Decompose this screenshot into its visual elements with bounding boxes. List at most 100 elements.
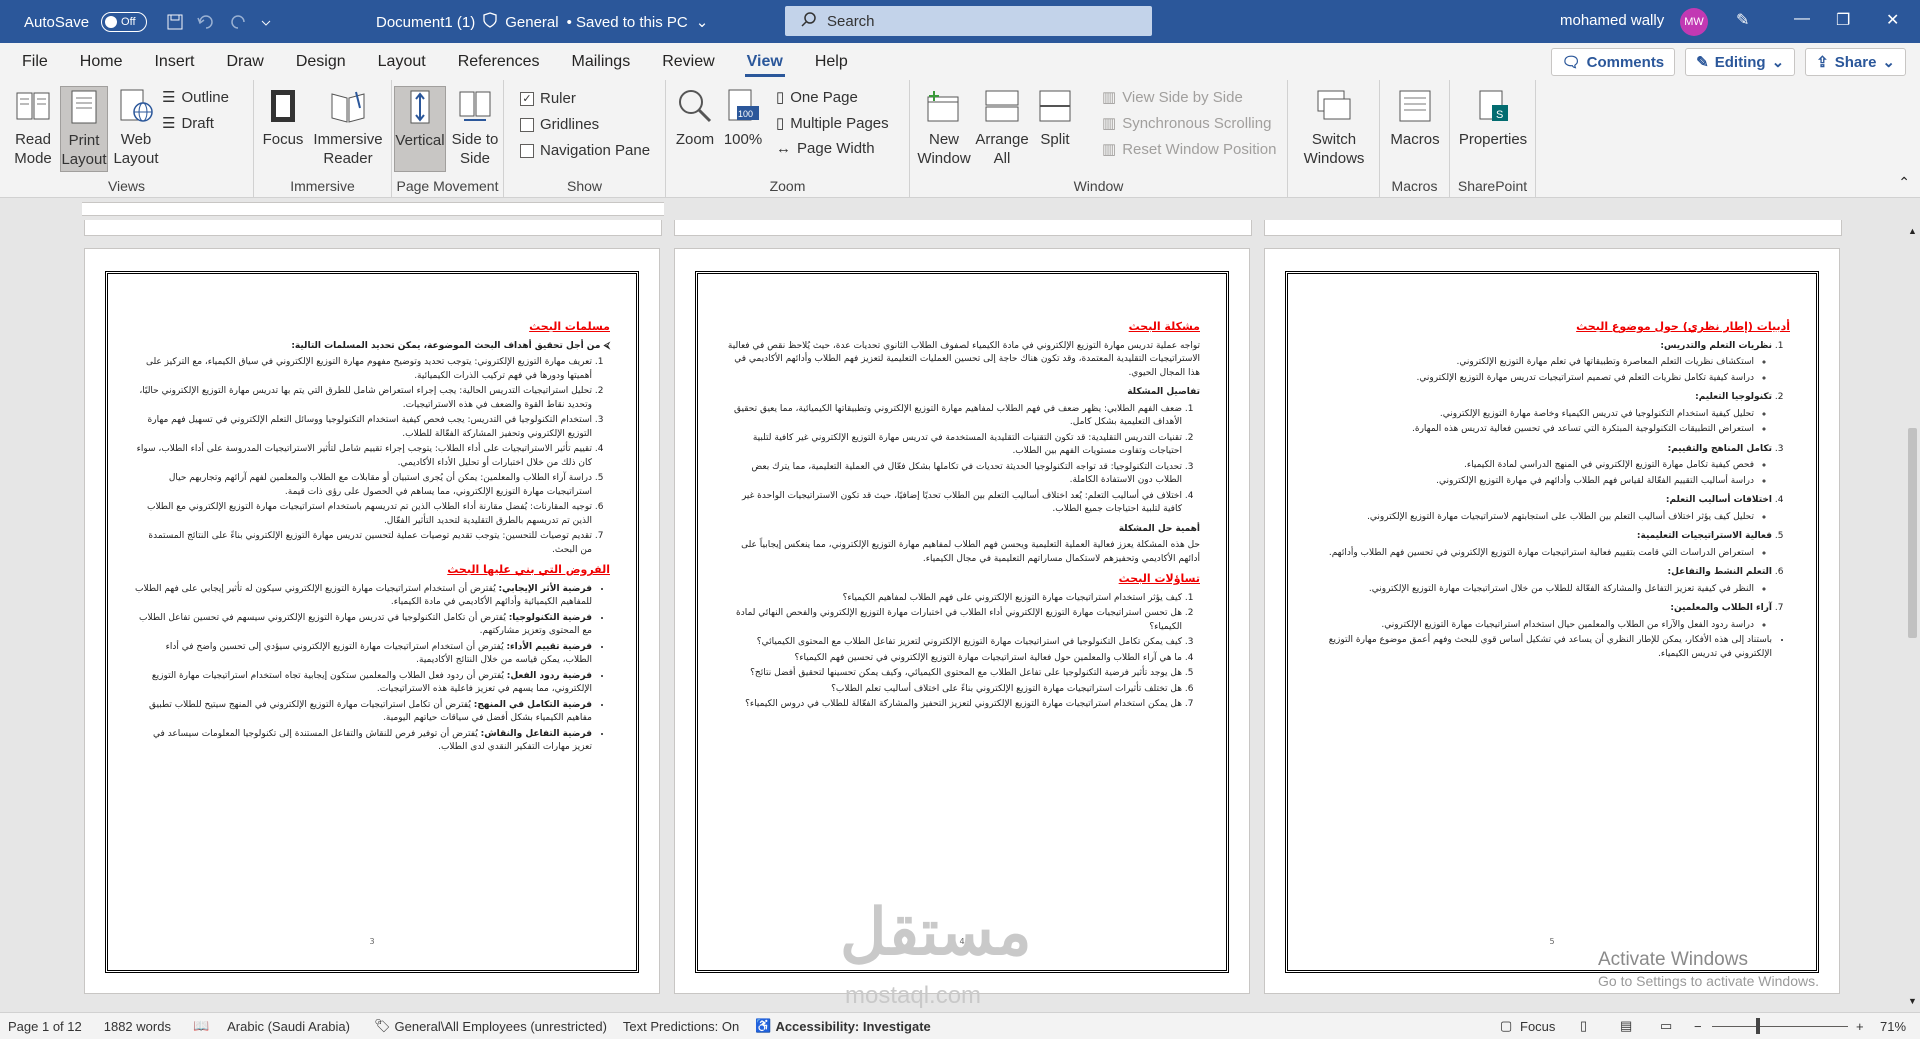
tab-review[interactable]: Review [646,43,730,80]
user-name[interactable]: mohamed wally [1560,12,1664,29]
navigation-pane-checkbox[interactable]: Navigation Pane [520,142,650,159]
accessibility-icon: ♿ [755,1018,772,1033]
page-count[interactable]: Page 1 of 12 [8,1019,82,1034]
outline-button[interactable]: ☰ Outline [162,88,229,107]
list-item: هل يمكن استخدام استراتيجيات مهارة التوزي… [724,698,1182,712]
undo-icon[interactable] [197,14,215,30]
restore-icon[interactable]: ❐ [1836,10,1850,30]
one-page-button[interactable]: ▯ One Page [776,88,858,107]
close-icon[interactable]: ✕ [1886,10,1899,30]
gridlines-checkbox[interactable]: Gridlines [520,116,599,133]
sensitivity-status[interactable]: General\All Employees (unrestricted) [395,1019,607,1034]
magnifier-icon [675,86,715,126]
macros-button[interactable]: Macros [1386,86,1444,149]
language-status[interactable]: Arabic (Saudi Arabia) [227,1019,350,1034]
collapse-ribbon-icon[interactable]: ⌃ [1898,174,1910,191]
tab-view[interactable]: View [731,43,799,80]
list-item: تعريف مهارة التوزيع الإلكتروني: يتوجب تح… [134,356,592,383]
ribbon-tabs: File Home Insert Draw Design Layout Refe… [0,43,1920,80]
web-layout-view-icon[interactable]: ▭ [1660,1018,1672,1034]
switch-windows-button[interactable]: Switch Windows [1292,86,1376,168]
side-to-side-button[interactable]: Side to Side [448,86,502,168]
pen-icon[interactable]: ✎ [1736,10,1749,30]
immersive-reader-button[interactable]: Immersive Reader [308,86,388,168]
focus-button[interactable]: Focus [260,86,306,149]
split-button[interactable]: Split [1032,86,1078,149]
read-mode-button[interactable]: Read Mode [8,86,58,168]
tab-draw[interactable]: Draw [210,43,279,80]
multiple-pages-button[interactable]: ▯ Multiple Pages [776,114,889,133]
vertical-button[interactable]: Vertical [394,86,446,172]
search-box[interactable]: Search [785,6,1152,36]
list-item: التعلم النشط والتفاعل:النظر في كيفية تعز… [1314,566,1772,596]
scroll-down-icon[interactable]: ▼ [1908,996,1917,1006]
new-window-button[interactable]: New Window [916,86,972,168]
synchronous-scrolling-button[interactable]: ▥ Synchronous Scrolling [1102,114,1271,133]
redo-icon[interactable] [229,14,247,30]
save-icon[interactable] [167,14,183,30]
word-count[interactable]: 1882 words [104,1019,171,1034]
document-title[interactable]: Document1 (1) General • Saved to this PC… [376,12,708,32]
proofing-icon[interactable]: 📖 [193,1018,209,1034]
print-layout-button[interactable]: Print Layout [60,86,108,172]
section-intro: ⮘ من أجل تحقيق أهداف البحث الموضوعة، يمك… [291,340,610,351]
tab-layout[interactable]: Layout [362,43,442,80]
minimize-icon[interactable]: — [1794,10,1810,28]
tab-mailings[interactable]: Mailings [556,43,647,80]
web-layout-button[interactable]: Web Layout [110,86,162,168]
ribbon: Read Mode Print Layout Web Layout ☰ Outli… [0,80,1920,198]
tab-references[interactable]: References [442,43,556,80]
comment-icon: 🗨 [1561,54,1581,71]
zoom-slider[interactable] [1712,1026,1848,1027]
customize-qat-icon[interactable] [261,14,271,30]
page-4[interactable]: مشكلة البحث تواجه عملية تدريس مهارة التو… [674,248,1250,994]
list-item: تكامل المناهج والتقييم:فحص كيفية تكامل م… [1314,443,1772,489]
autosave-toggle[interactable]: Off [101,12,148,32]
zoom-button[interactable]: Zoom [672,86,718,149]
tab-file[interactable]: File [0,43,64,80]
scrollbar-thumb[interactable] [1908,428,1917,638]
print-layout-view-icon[interactable]: ▤ [1620,1018,1632,1034]
arrange-all-button[interactable]: Arrange All [974,86,1030,168]
draft-button[interactable]: ☰ Draft [162,114,214,133]
text-predictions-status[interactable]: Text Predictions: On [623,1019,739,1034]
page-width-button[interactable]: ↔ Page Width [776,140,875,157]
zoom-slider-knob[interactable] [1756,1018,1761,1034]
list-item: ضعف الفهم الطلابي: يظهر ضعف في فهم الطلا… [724,403,1182,430]
accessibility-status[interactable]: Accessibility: Investigate [775,1019,930,1034]
comments-button[interactable]: 🗨 Comments [1550,48,1676,76]
scroll-up-icon[interactable]: ▲ [1908,226,1917,236]
ruler-checkbox[interactable]: ✓ Ruler [520,90,576,107]
switch-windows-icon [1314,86,1354,126]
avatar[interactable]: MW [1680,8,1708,36]
views-group-label: Views [107,178,146,194]
switch-windows-group: Switch Windows [1288,80,1380,198]
horizontal-ruler[interactable] [0,198,1920,220]
tab-help[interactable]: Help [799,43,864,80]
properties-button[interactable]: S Properties [1454,86,1532,149]
list-item: هل يوجد تأثير فرضية التكنولوجيا على تفاع… [724,667,1182,681]
hypotheses-list: فرضية الأثر الإيجابي: يُفترض أن استخدام … [134,583,610,755]
focus-mode-button[interactable]: Focus [1520,1019,1555,1034]
page-5[interactable]: أدبيات (إطار نظري) حول موضوع البحث نظريا… [1264,248,1840,994]
document-area[interactable]: مسلمات البحث ⮘ من أجل تحقيق أهداف البحث … [0,220,1905,1012]
share-button[interactable]: ⇪ Share ⌄ [1805,48,1906,76]
zoom-in-button[interactable]: + [1856,1019,1864,1034]
vertical-scrollbar[interactable]: ▲ ▼ [1905,220,1920,1012]
editing-button[interactable]: ✎ Editing ⌄ [1685,48,1796,76]
focus-icon [263,86,303,126]
zoom-out-button[interactable]: − [1694,1019,1702,1034]
page-3[interactable]: مسلمات البحث ⮘ من أجل تحقيق أهداف البحث … [84,248,660,994]
immersive-group-label: Immersive [290,178,355,194]
tab-design[interactable]: Design [280,43,362,80]
zoom-100-button[interactable]: 100 100% [720,86,766,149]
read-mode-view-icon[interactable]: ▯ [1580,1018,1587,1034]
tab-home[interactable]: Home [64,43,139,80]
shield-icon [483,12,497,32]
list-item: دراسة آراء الطلاب والمعلمين: يمكن أن يُج… [134,472,592,499]
view-side-by-side-button[interactable]: ▥ View Side by Side [1102,88,1243,107]
reset-window-position-button[interactable]: ▥ Reset Window Position [1102,140,1276,159]
page-width-icon: ↔ [776,140,791,157]
zoom-level[interactable]: 71% [1880,1019,1906,1034]
tab-insert[interactable]: Insert [138,43,210,80]
